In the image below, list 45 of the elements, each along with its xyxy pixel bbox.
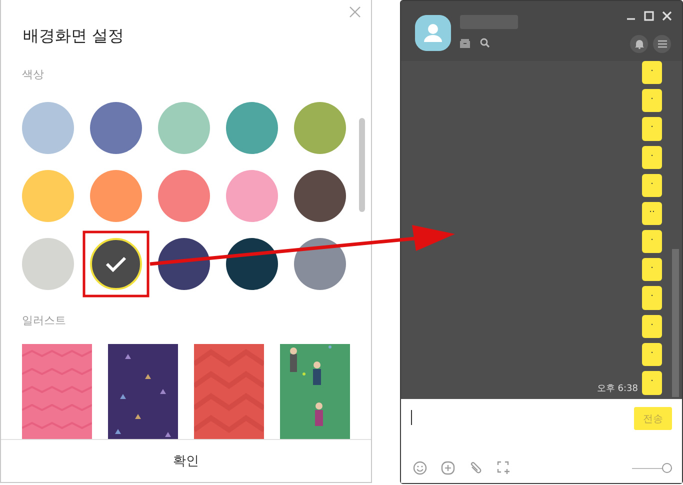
paperclip-icon[interactable] — [469, 461, 483, 475]
message-bubble[interactable]: . — [642, 371, 662, 395]
section-label: 일러스트 — [22, 314, 67, 328]
message-bubble[interactable]: . — [642, 314, 662, 338]
color-swatch[interactable] — [294, 102, 346, 154]
timestamp: 오후 6:38 — [596, 383, 638, 395]
scrollbar-thumb[interactable] — [359, 118, 365, 212]
color-swatch[interactable] — [22, 238, 74, 290]
color-swatch[interactable] — [158, 102, 210, 154]
message-bubble[interactable]: . — [642, 61, 662, 84]
color-swatch[interactable] — [22, 102, 74, 154]
color-swatch[interactable] — [90, 238, 142, 290]
search-icon[interactable] — [480, 38, 490, 48]
color-swatch[interactable] — [90, 170, 142, 222]
color-swatch[interactable] — [22, 170, 74, 222]
message-bubble[interactable]: . — [642, 89, 662, 112]
section-label: 색상 — [22, 68, 45, 82]
message-bubble[interactable]: . — [642, 146, 662, 169]
color-swatch[interactable] — [294, 238, 346, 290]
message-bubble[interactable]: . — [642, 286, 662, 310]
color-swatch[interactable] — [294, 170, 346, 222]
color-swatch[interactable] — [226, 102, 278, 154]
message-bubble[interactable]: . — [642, 174, 662, 197]
confirm-button[interactable]: 확인 — [163, 448, 209, 474]
emoticon-icon[interactable] — [441, 461, 455, 475]
font-size-slider[interactable] — [632, 463, 672, 473]
maximize-icon[interactable] — [644, 11, 654, 21]
message-bubble[interactable]: . — [642, 342, 662, 366]
color-swatch[interactable] — [226, 170, 278, 222]
bell-icon[interactable] — [630, 35, 648, 53]
smiley-icon[interactable] — [413, 461, 427, 475]
capture-icon[interactable] — [497, 461, 511, 475]
box-icon[interactable] — [460, 38, 470, 48]
menu-icon[interactable] — [653, 35, 671, 53]
scrollbar-thumb[interactable] — [672, 249, 679, 397]
message-bubble[interactable]: .. — [642, 202, 662, 226]
message-bubble[interactable]: . — [642, 117, 662, 140]
color-swatch[interactable] — [90, 102, 142, 154]
avatar-icon[interactable] — [415, 15, 451, 51]
text-cursor — [411, 410, 412, 425]
dialog-title: 배경화면 설정 — [23, 26, 126, 46]
message-bubble[interactable]: . — [642, 258, 662, 282]
highlight-frame — [82, 230, 150, 298]
color-swatch[interactable] — [158, 170, 210, 222]
message-bubble[interactable]: . — [642, 230, 662, 254]
